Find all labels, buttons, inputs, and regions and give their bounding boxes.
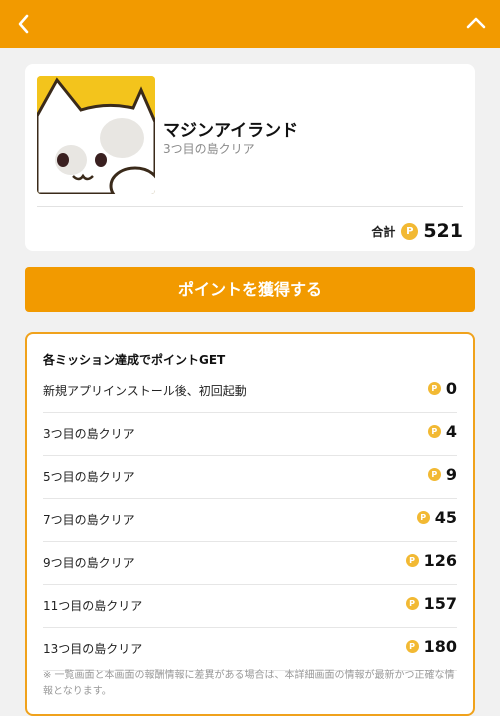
mission-points-value: 45 [434,508,457,527]
mission-points-value: 0 [445,379,457,398]
disclaimer-note: ※ 一覧画面と本画面の報酬情報に差異がある場合は、本詳細画面の情報が最新かつ正確… [43,670,455,697]
point-coin-icon: P [405,640,419,653]
missions-title: 各ミッション達成でポイントGET [43,353,226,367]
chevron-left-icon[interactable] [12,12,36,36]
mission-points: P 0 [427,379,457,398]
app-subtitle: 3つ目の島クリア [163,142,255,156]
mission-points-value: 4 [445,422,457,441]
mission-points: P 126 [405,551,457,570]
missions-panel: 各ミッション達成でポイントGET 新規アプリインストール後、初回起動 P 0 3… [25,332,475,716]
mission-label: 5つ目の島クリア [43,470,135,484]
divider [37,206,463,207]
point-coin-icon: P [427,468,441,481]
mission-label: 3つ目の島クリア [43,427,135,441]
total-label: 合計 [371,224,396,239]
mission-points-value: 157 [423,594,457,613]
mission-label: 7つ目の島クリア [43,513,135,527]
mission-label: 11つ目の島クリア [43,599,143,613]
mission-points-value: 180 [423,637,457,656]
point-coin-icon: P [427,425,441,438]
get-points-button[interactable]: ポイントを獲得する [25,267,475,312]
point-coin-icon: P [427,382,441,395]
mission-points: P 180 [405,637,457,656]
app-name: マジンアイランド [163,121,299,141]
app-icon [37,76,155,194]
mission-row: 3つ目の島クリア P 4 [43,412,457,456]
app-card: マジンアイランド 3つ目の島クリア 合計 P 521 [25,64,475,251]
point-coin-icon: P [401,222,419,240]
mission-points: P 9 [427,465,457,484]
total-points: 合計 P 521 [371,216,463,246]
mission-points-value: 126 [423,551,457,570]
mission-points-value: 9 [445,465,457,484]
top-bar [0,0,500,48]
point-coin-icon: P [405,554,419,567]
total-value: 521 [423,220,463,242]
mission-label: 新規アプリインストール後、初回起動 [43,384,247,398]
mission-row: 9つ目の島クリア P 126 [43,541,457,585]
mission-points: P 4 [427,422,457,441]
chevron-up-icon[interactable] [464,12,488,36]
mission-label: 9つ目の島クリア [43,556,135,570]
point-coin-icon: P [416,511,430,524]
mission-row: 7つ目の島クリア P 45 [43,498,457,542]
mission-row: 新規アプリインストール後、初回起動 P 0 [43,369,457,413]
mission-label: 13つ目の島クリア [43,642,143,656]
mission-points: P 157 [405,594,457,613]
mission-row: 13つ目の島クリア P 180 [43,627,457,671]
mission-row: 11つ目の島クリア P 157 [43,584,457,628]
point-coin-icon: P [405,597,419,610]
mission-row: 5つ目の島クリア P 9 [43,455,457,499]
mission-points: P 45 [416,508,457,527]
